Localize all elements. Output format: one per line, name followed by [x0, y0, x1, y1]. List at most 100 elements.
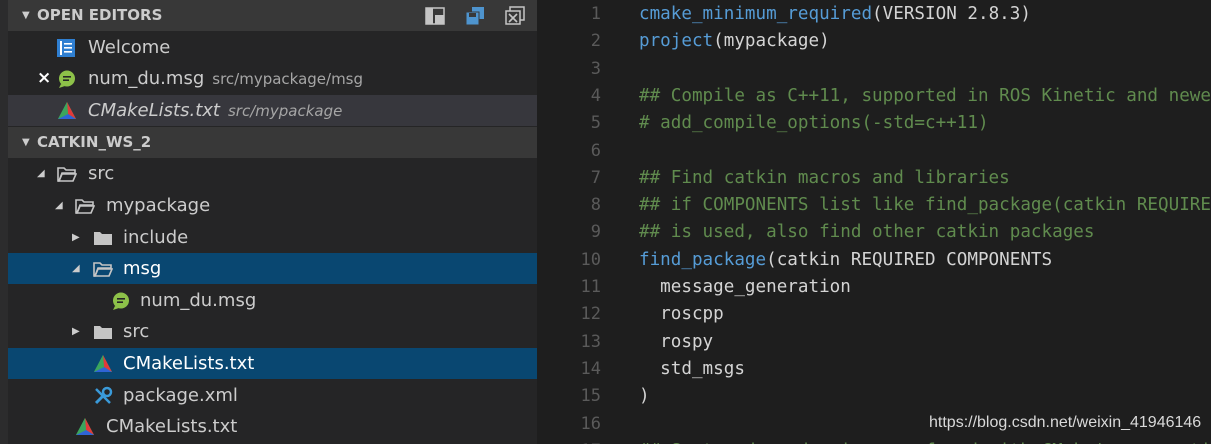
collapsed-arrow-icon: ▶	[72, 326, 80, 337]
code-line[interactable]: message_generation	[639, 274, 851, 301]
workspace-title: CATKIN_WS_2	[37, 133, 152, 151]
line-number: 17	[537, 438, 601, 444]
code-text: (VERSION 2.8.3)	[872, 4, 1031, 24]
code-text: message_generation	[639, 277, 851, 297]
tree-item-label: mypackage	[106, 195, 211, 216]
code-keyword: project	[639, 31, 714, 52]
toggle-split-icon[interactable]	[424, 6, 446, 26]
code-text: (catkin REQUIRED COMPONENTS	[766, 249, 1053, 270]
tree-item-label: src	[88, 163, 115, 184]
tree-item-src-nested[interactable]: ▶ src	[8, 316, 537, 347]
open-editor-label: num_du.msg src/mypackage/msg	[88, 63, 363, 95]
code-line[interactable]: find_package(catkin REQUIRED COMPONENTS	[639, 247, 1052, 274]
open-editors-title: OPEN EDITORS	[37, 6, 163, 24]
tree-item-label: src	[123, 321, 150, 342]
line-number: 6	[590, 140, 601, 161]
save-all-icon[interactable]	[464, 6, 486, 26]
code-keyword: cmake_minimum_required	[639, 4, 873, 24]
code-line[interactable]: roscpp	[639, 301, 724, 328]
expanded-arrow-icon: ◢	[72, 263, 80, 274]
code-text: )	[639, 386, 650, 407]
folder-icon	[93, 228, 113, 248]
code-line[interactable]: )	[639, 383, 650, 410]
code-line[interactable]: ## Find catkin macros and libraries	[639, 165, 1010, 192]
code-text: std_msgs	[639, 358, 745, 379]
code-line[interactable]: ## System dependencies are found with CM…	[639, 438, 1211, 444]
line-number: 10	[580, 249, 601, 270]
code-line[interactable]: project(mypackage)	[639, 28, 830, 55]
line-number: 9	[590, 222, 601, 243]
close-all-icon[interactable]	[504, 6, 526, 26]
tree-item-label: num_du.msg	[140, 290, 257, 311]
line-number: 16	[580, 413, 601, 434]
tree-item-label: msg	[123, 258, 162, 279]
line-number: 2	[590, 31, 601, 52]
code-keyword: find_package	[639, 249, 767, 270]
tree-item-package-xml[interactable]: package.xml	[8, 380, 537, 411]
line-number: 7	[590, 167, 601, 188]
code-line[interactable]: cmake_minimum_required(VERSION 2.8.3)	[639, 1, 1031, 28]
code-line[interactable]: # add_compile_options(-std=c++11)	[639, 110, 989, 137]
line-number: 4	[590, 85, 601, 106]
code-comment: ## is used, also find other catkin packa…	[639, 222, 1095, 243]
tree-item-cmakelists-package[interactable]: CMakeLists.txt	[8, 348, 537, 379]
folder-open-icon	[93, 259, 113, 279]
tree-item-msg[interactable]: ◢ msg	[8, 253, 537, 284]
open-editor-label: CMakeLists.txt src/mypackage	[88, 95, 342, 127]
folder-icon	[93, 322, 113, 342]
tree-item-mypackage[interactable]: ◢ mypackage	[8, 190, 537, 221]
tree-item-label: CMakeLists.txt	[106, 416, 238, 437]
tree-item-src[interactable]: ◢ src	[8, 158, 537, 189]
expanded-arrow-icon: ◢	[37, 168, 45, 179]
explorer-sidebar: ▼ OPEN EDITORS Welcome × num_du.msg src/m…	[0, 0, 537, 444]
line-number: 14	[580, 358, 601, 379]
tools-icon	[93, 386, 113, 406]
code-comment: ## Find catkin macros and libraries	[639, 167, 1010, 188]
code-line[interactable]: ## is used, also find other catkin packa…	[639, 219, 1094, 246]
cmake-icon	[93, 354, 113, 374]
file-path: src/mypackage	[227, 102, 343, 120]
code-line[interactable]: ## Compile as C++11, supported in ROS Ki…	[639, 83, 1211, 110]
line-number: 1	[590, 4, 601, 24]
vscode-welcome-icon	[56, 38, 76, 58]
tree-item-num-du-msg[interactable]: num_du.msg	[8, 285, 537, 316]
tree-item-label: CMakeLists.txt	[123, 353, 255, 374]
chevron-down-icon: ▼	[22, 137, 30, 148]
cmake-icon	[75, 417, 95, 437]
code-line[interactable]: std_msgs	[639, 356, 745, 383]
file-name: num_du.msg	[88, 68, 205, 89]
code-text: (mypackage)	[713, 31, 830, 52]
chat-msg-icon	[111, 291, 131, 311]
tree-item-label: package.xml	[123, 385, 238, 406]
code-comment: ## Compile as C++11, supported in ROS Ki…	[639, 85, 1211, 106]
watermark-url: https://blog.csdn.net/weixin_41946146	[929, 414, 1202, 431]
open-editors-header[interactable]: ▼ OPEN EDITORS	[8, 0, 537, 31]
code-editor[interactable]: 1 cmake_minimum_required(VERSION 2.8.3) 2 p…	[537, 0, 1211, 444]
tree-item-label: include	[123, 227, 189, 248]
sidebar-edge	[0, 0, 8, 444]
open-editor-label: Welcome	[88, 37, 171, 58]
close-icon[interactable]: ×	[37, 63, 51, 94]
tree-item-cmakelists-src[interactable]: CMakeLists.txt	[8, 411, 537, 442]
code-text: roscpp	[639, 304, 724, 325]
cmake-icon	[57, 101, 77, 121]
line-number: 12	[580, 304, 601, 325]
line-number: 15	[580, 386, 601, 407]
line-number: 11	[580, 277, 601, 297]
line-number: 8	[590, 195, 601, 216]
code-comment: ## if COMPONENTS list like find_package(…	[639, 195, 1211, 216]
line-number: 3	[590, 58, 601, 79]
open-editor-welcome[interactable]: Welcome	[8, 32, 537, 63]
chat-msg-icon	[57, 69, 77, 89]
tree-item-include[interactable]: ▶ include	[8, 222, 537, 253]
workspace-header[interactable]: ▼ CATKIN_WS_2	[8, 127, 537, 158]
collapsed-arrow-icon: ▶	[72, 232, 80, 243]
folder-open-icon	[75, 196, 95, 216]
file-name: CMakeLists.txt	[88, 100, 220, 121]
code-line[interactable]: ## if COMPONENTS list like find_package(…	[639, 192, 1211, 219]
folder-open-icon	[57, 164, 77, 184]
code-text: rospy	[639, 331, 714, 352]
open-editor-cmakelists[interactable]: CMakeLists.txt src/mypackage	[8, 95, 537, 126]
code-line[interactable]: rospy	[639, 329, 713, 356]
open-editor-num-du-msg[interactable]: × num_du.msg src/mypackage/msg	[8, 63, 537, 94]
